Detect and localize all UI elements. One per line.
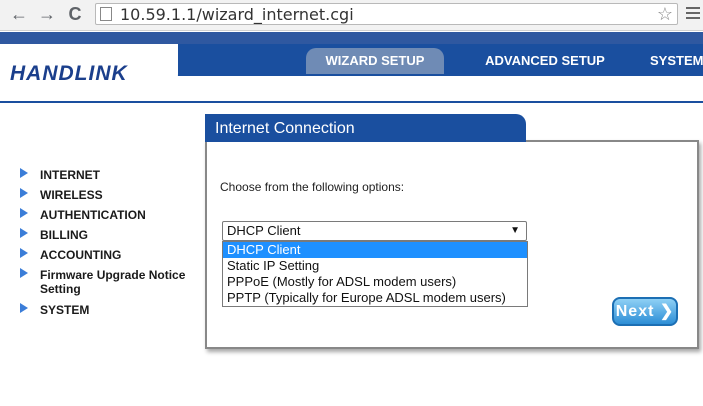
options-prompt: Choose from the following options: [220, 180, 405, 194]
arrow-icon [20, 188, 28, 198]
tab-system[interactable]: SYSTEM [650, 48, 703, 74]
dropdown-option[interactable]: DHCP Client [223, 242, 527, 258]
sidebar-item-label: Firmware Upgrade Notice Setting [40, 268, 186, 296]
menu-icon[interactable] [686, 7, 700, 22]
sidebar-item-label: INTERNET [40, 168, 100, 182]
tab-wizard-setup[interactable]: WIZARD SETUP [306, 48, 444, 74]
bookmark-star-icon[interactable]: ☆ [657, 4, 673, 25]
sidebar-item-billing[interactable]: BILLING [20, 228, 200, 248]
header-divider [0, 101, 703, 103]
sidebar: INTERNET WIRELESS AUTHENTICATION BILLING… [20, 168, 200, 323]
sidebar-item-label: AUTHENTICATION [40, 208, 146, 222]
select-value: DHCP Client [227, 223, 301, 238]
sidebar-item-label: BILLING [40, 228, 88, 242]
sidebar-item-wireless[interactable]: WIRELESS [20, 188, 200, 208]
page-icon [100, 7, 112, 21]
sidebar-item-accounting[interactable]: ACCOUNTING [20, 248, 200, 268]
arrow-icon [20, 208, 28, 218]
sidebar-item-internet[interactable]: INTERNET [20, 168, 200, 188]
forward-icon[interactable]: → [36, 3, 58, 25]
dropdown-option[interactable]: PPTP (Typically for Europe ADSL modem us… [223, 290, 527, 306]
url-text: 10.59.1.1/wizard_internet.cgi [120, 5, 354, 24]
panel-title: Internet Connection [205, 114, 526, 142]
arrow-icon [20, 248, 28, 258]
tab-advanced-setup[interactable]: ADVANCED SETUP [470, 48, 620, 74]
sidebar-item-system[interactable]: SYSTEM [20, 303, 200, 323]
connection-type-select[interactable]: DHCP Client ▼ [222, 221, 527, 241]
browser-toolbar: ← → C 10.59.1.1/wizard_internet.cgi ☆ [0, 0, 703, 31]
arrow-icon [20, 168, 28, 178]
sidebar-item-label: WIRELESS [40, 188, 103, 202]
arrow-icon [20, 268, 28, 278]
arrow-icon [20, 303, 28, 313]
back-icon[interactable]: ← [8, 3, 30, 25]
dropdown-option[interactable]: Static IP Setting [223, 258, 527, 274]
header-top-strip [0, 32, 703, 44]
sidebar-item-firmware-upgrade[interactable]: Firmware Upgrade Notice Setting [20, 268, 200, 303]
sidebar-item-label: ACCOUNTING [40, 248, 122, 262]
next-button[interactable]: Next ❯ [612, 297, 678, 326]
address-bar[interactable]: 10.59.1.1/wizard_internet.cgi ☆ [95, 3, 678, 25]
connection-type-dropdown: DHCP Client Static IP Setting PPPoE (Mos… [222, 241, 528, 307]
reload-icon[interactable]: C [64, 3, 86, 25]
sidebar-item-authentication[interactable]: AUTHENTICATION [20, 208, 200, 228]
chevron-down-icon: ▼ [510, 225, 520, 236]
sidebar-item-label: SYSTEM [40, 303, 90, 317]
brand-logo: HANDLINK [10, 62, 128, 85]
dropdown-option[interactable]: PPPoE (Mostly for ADSL modem users) [223, 274, 527, 290]
arrow-icon [20, 228, 28, 238]
